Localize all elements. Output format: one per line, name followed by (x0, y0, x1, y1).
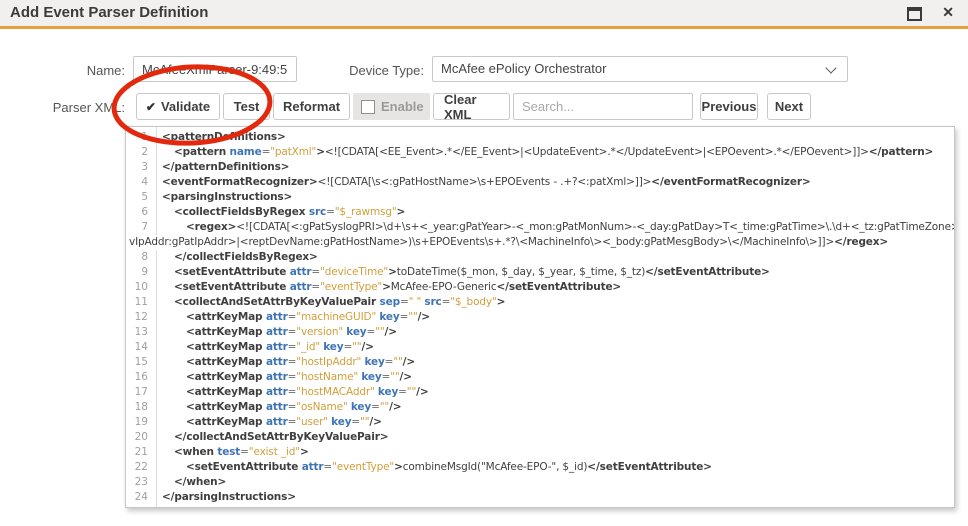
clear-xml-label: Clear XML (444, 92, 499, 122)
check-icon: ✔ (146, 100, 156, 114)
line-number: 12 (126, 310, 156, 325)
line-number: 14 (126, 340, 156, 355)
line-number: 2 (126, 145, 156, 160)
code-line: 6<collectFieldsByRegex src="$_rawmsg"> (126, 205, 954, 220)
line-number: 4 (126, 175, 156, 190)
validate-label: Validate (161, 99, 210, 114)
line-number: 8 (126, 250, 156, 265)
maximize-icon[interactable] (907, 7, 922, 21)
clear-xml-button[interactable]: Clear XML (433, 93, 510, 120)
device-type-value: McAfee ePolicy Orchestrator (441, 61, 606, 76)
previous-label: Previous (702, 99, 757, 114)
line-number: 23 (126, 475, 156, 490)
line-number: 19 (126, 415, 156, 430)
search-input[interactable] (513, 93, 693, 120)
parser-xml-editor[interactable]: 1<patternDefinitions>2<pattern name="pat… (125, 126, 955, 508)
code-line: 24</parsingInstructions> (126, 490, 954, 505)
dialog-titlebar: Add Event Parser Definition ✕ (0, 0, 968, 29)
test-label: Test (234, 99, 260, 114)
code-line: 14<attrKeyMap attr="_id" key=""/> (126, 340, 954, 355)
code-line: 5<parsingInstructions> (126, 190, 954, 205)
line-number: 11 (126, 295, 156, 310)
line-number: 20 (126, 430, 156, 445)
code-line: 19<attrKeyMap attr="user" key=""/> (126, 415, 954, 430)
line-number: 17 (126, 385, 156, 400)
code-line: 1<patternDefinitions> (126, 130, 954, 145)
line-number: 13 (126, 325, 156, 340)
enable-label: Enable (381, 99, 424, 114)
parser-xml-label: Parser XML: (0, 100, 125, 115)
chevron-down-icon (825, 62, 836, 73)
code-line: 21<when test="exist _id"> (126, 445, 954, 460)
previous-button[interactable]: Previous (700, 93, 758, 120)
code-line: 23</when> (126, 475, 954, 490)
code-line: 17<attrKeyMap attr="hostMACAddr" key=""/… (126, 385, 954, 400)
code-line: 8</collectFieldsByRegex> (126, 250, 954, 265)
line-number: 18 (126, 400, 156, 415)
code-line: 20</collectAndSetAttrByKeyValuePair> (126, 430, 954, 445)
enable-toggle[interactable]: Enable (353, 93, 430, 120)
device-type-label: Device Type: (324, 63, 424, 78)
code-line: 10<setEventAttribute attr="eventType">Mc… (126, 280, 954, 295)
code-line: vIpAddr:gPatIpAddr>|<reptDevName:gPatHos… (126, 235, 954, 250)
validate-button[interactable]: ✔ Validate (136, 93, 220, 120)
name-input[interactable] (133, 56, 297, 82)
device-type-select[interactable]: McAfee ePolicy Orchestrator (432, 56, 848, 82)
code-line: 22<setEventAttribute attr="eventType">co… (126, 460, 954, 475)
code-line: 9<setEventAttribute attr="deviceTime">to… (126, 265, 954, 280)
code-line: 18<attrKeyMap attr="osName" key=""/> (126, 400, 954, 415)
line-number: 3 (126, 160, 156, 175)
line-number: 10 (126, 280, 156, 295)
code-line: 7<regex><![CDATA[<:gPatSyslogPRI>\d+\s+<… (126, 220, 954, 235)
reformat-button[interactable]: Reformat (273, 93, 350, 120)
close-icon[interactable]: ✕ (942, 4, 954, 21)
line-number: 1 (126, 130, 156, 145)
line-number: 15 (126, 355, 156, 370)
code-line: 2<pattern name="patXml"><![CDATA[<EE_Eve… (126, 145, 954, 160)
line-number: 7 (126, 220, 156, 235)
line-number: 21 (126, 445, 156, 460)
code-line: 4<eventFormatRecognizer><![CDATA[\s<:gPa… (126, 175, 954, 190)
line-number: 16 (126, 370, 156, 385)
next-button[interactable]: Next (767, 93, 811, 120)
code-line: 3</patternDefinitions> (126, 160, 954, 175)
next-label: Next (775, 99, 803, 114)
name-label: Name: (0, 63, 125, 78)
code-line: 12<attrKeyMap attr="machineGUID" key=""/… (126, 310, 954, 325)
line-number: 9 (126, 265, 156, 280)
code-line: 15<attrKeyMap attr="hostIpAddr" key=""/> (126, 355, 954, 370)
dialog-title: Add Event Parser Definition (10, 0, 208, 26)
code-line: 13<attrKeyMap attr="version" key=""/> (126, 325, 954, 340)
test-button[interactable]: Test (223, 93, 270, 120)
enable-checkbox[interactable] (361, 100, 375, 114)
line-number: 5 (126, 190, 156, 205)
reformat-label: Reformat (283, 99, 340, 114)
code-line: 16<attrKeyMap attr="hostName" key=""/> (126, 370, 954, 385)
add-event-parser-dialog: Add Event Parser Definition ✕ Name: Devi… (0, 0, 968, 526)
line-number: 24 (126, 490, 156, 505)
code-rows: 1<patternDefinitions>2<pattern name="pat… (126, 130, 954, 505)
line-number: 6 (126, 205, 156, 220)
code-line: 11<collectAndSetAttrByKeyValuePair sep="… (126, 295, 954, 310)
line-number: 22 (126, 460, 156, 475)
